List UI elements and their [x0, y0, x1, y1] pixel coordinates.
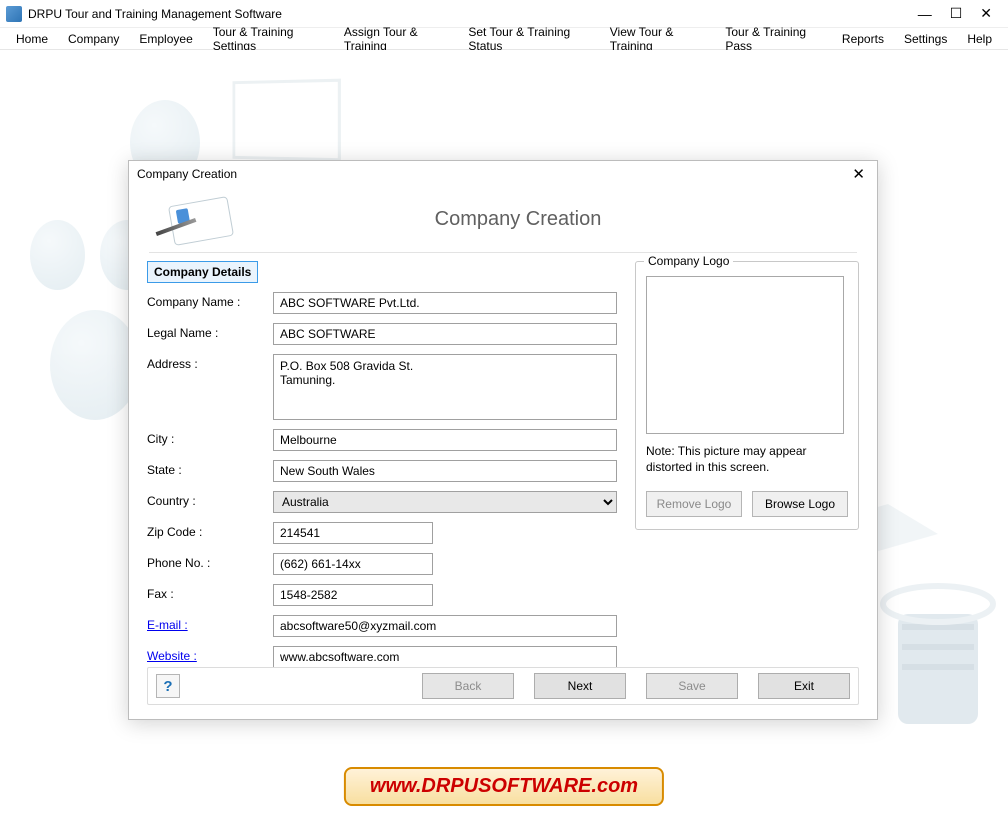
- dialog-close-button[interactable]: ✕: [848, 165, 869, 183]
- menu-settings[interactable]: Settings: [894, 30, 957, 48]
- company-name-label: Company Name :: [147, 292, 273, 309]
- company-details-panel: Company Details Company Name : Legal Nam…: [147, 261, 617, 668]
- logo-preview-box: [646, 276, 844, 434]
- company-details-header: Company Details: [147, 261, 258, 283]
- zip-label: Zip Code :: [147, 522, 273, 539]
- menu-help[interactable]: Help: [957, 30, 1002, 48]
- menu-employee[interactable]: Employee: [129, 30, 202, 48]
- maximize-button[interactable]: ☐: [950, 5, 963, 22]
- company-creation-dialog: Company Creation ✕ Company Creation Comp…: [128, 160, 878, 720]
- city-input[interactable]: [273, 429, 617, 451]
- dialog-titlebar: Company Creation ✕: [129, 161, 877, 187]
- remove-logo-button[interactable]: Remove Logo: [646, 491, 742, 517]
- logo-note: Note: This picture may appear distorted …: [646, 444, 848, 475]
- company-logo-legend: Company Logo: [644, 254, 733, 268]
- legal-name-input[interactable]: [273, 323, 617, 345]
- phone-label: Phone No. :: [147, 553, 273, 570]
- state-label: State :: [147, 460, 273, 477]
- window-title: DRPU Tour and Training Management Softwa…: [28, 7, 918, 21]
- save-button[interactable]: Save: [646, 673, 738, 699]
- fax-label: Fax :: [147, 584, 273, 601]
- email-label[interactable]: E-mail :: [147, 615, 273, 632]
- country-select[interactable]: Australia: [273, 491, 617, 513]
- menu-company[interactable]: Company: [58, 30, 129, 48]
- phone-input[interactable]: [273, 553, 433, 575]
- banner-planner-icon: [149, 195, 249, 245]
- website-input[interactable]: [273, 646, 617, 668]
- app-icon: [6, 6, 22, 22]
- dialog-footer: ? Back Next Save Exit: [147, 667, 859, 705]
- menu-home[interactable]: Home: [6, 30, 58, 48]
- banner-title: Company Creation: [259, 208, 857, 231]
- back-button[interactable]: Back: [422, 673, 514, 699]
- exit-button[interactable]: Exit: [758, 673, 850, 699]
- main-menubar: Home Company Employee Tour & Training Se…: [0, 28, 1008, 50]
- menu-reports[interactable]: Reports: [832, 30, 894, 48]
- email-input[interactable]: [273, 615, 617, 637]
- website-label[interactable]: Website :: [147, 646, 273, 663]
- address-label: Address :: [147, 354, 273, 371]
- company-logo-panel: Company Logo Note: This picture may appe…: [635, 261, 859, 530]
- city-label: City :: [147, 429, 273, 446]
- zip-input[interactable]: [273, 522, 433, 544]
- state-input[interactable]: [273, 460, 617, 482]
- address-input[interactable]: P.O. Box 508 Gravida St. Tamuning.: [273, 354, 617, 420]
- fax-input[interactable]: [273, 584, 433, 606]
- country-label: Country :: [147, 491, 273, 508]
- watermark-banner: www.DRPUSOFTWARE.com: [344, 767, 664, 806]
- company-name-input[interactable]: [273, 292, 617, 314]
- legal-name-label: Legal Name :: [147, 323, 273, 340]
- dialog-banner: Company Creation: [149, 187, 857, 253]
- close-button[interactable]: ✕: [980, 5, 992, 22]
- minimize-button[interactable]: —: [918, 6, 932, 22]
- dialog-title: Company Creation: [137, 167, 848, 181]
- next-button[interactable]: Next: [534, 673, 626, 699]
- browse-logo-button[interactable]: Browse Logo: [752, 491, 848, 517]
- help-icon[interactable]: ?: [156, 674, 180, 698]
